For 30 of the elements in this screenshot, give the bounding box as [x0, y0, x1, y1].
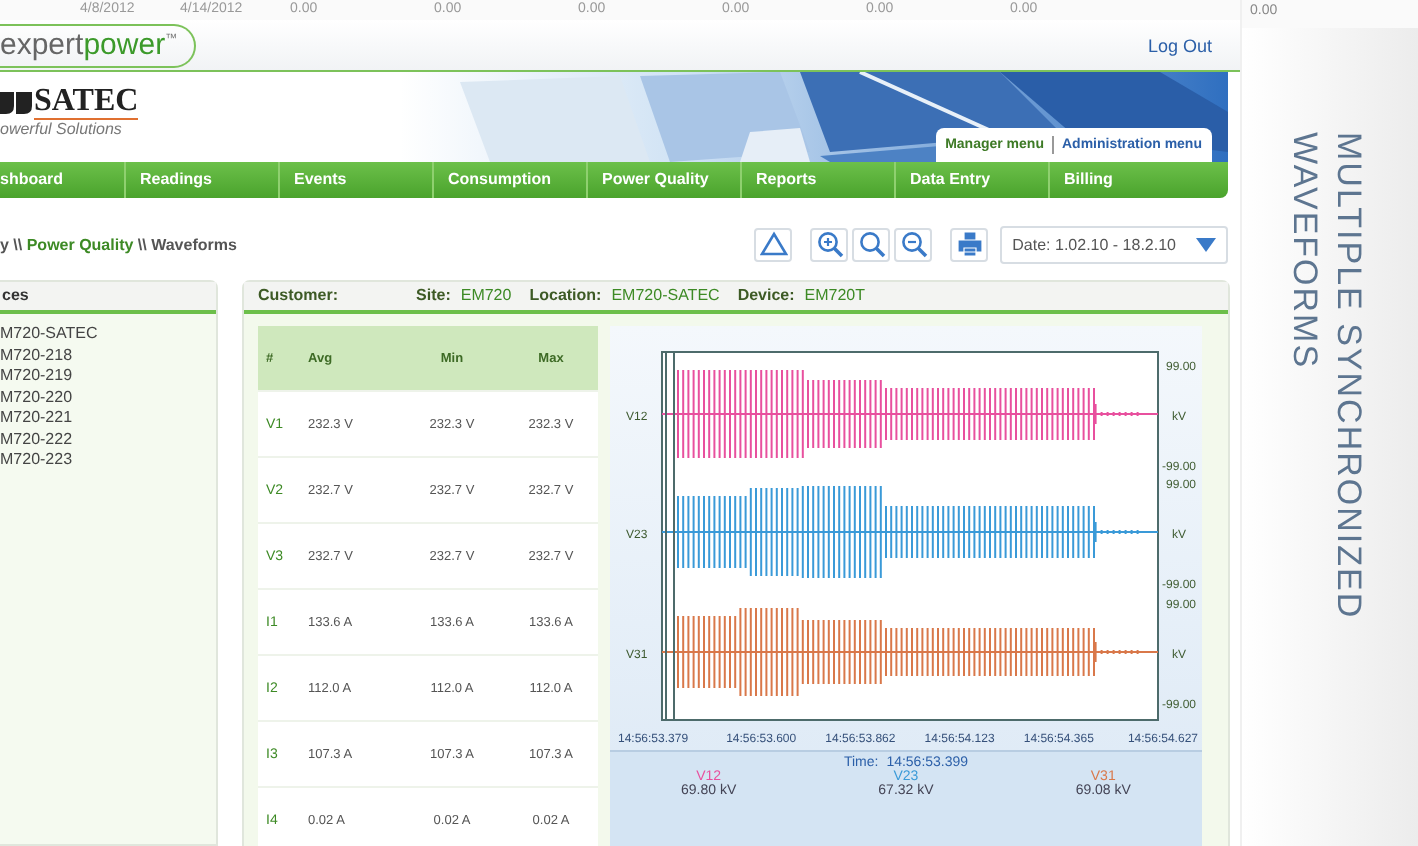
- breadcrumb: y \\ Power Quality \\ Waveforms: [0, 235, 237, 253]
- caret-icon: [1196, 237, 1216, 251]
- print-icon[interactable]: [950, 227, 989, 261]
- info-label: Location:: [529, 284, 602, 308]
- device-item[interactable]: M720-219: [0, 366, 216, 387]
- device-item[interactable]: M720-223: [0, 450, 216, 471]
- logout-link[interactable]: Log Out: [1147, 35, 1212, 55]
- info-label: Customer:: [258, 284, 339, 308]
- caption-text: WAVEFORMS: [1284, 132, 1326, 374]
- info-value: EM720-SATEC: [611, 284, 720, 308]
- zoom-in-icon[interactable]: [810, 227, 849, 261]
- brand-logo-icon: [0, 92, 32, 114]
- device-item[interactable]: M720-222: [0, 429, 216, 450]
- device-item[interactable]: M720-218: [0, 345, 216, 366]
- info-value: EM720: [460, 284, 512, 308]
- triangle-icon[interactable]: [754, 227, 793, 261]
- logo: expertpower$^{™}$: [0, 23, 196, 67]
- info-label: Site:: [416, 284, 451, 308]
- search-icon[interactable]: [852, 227, 891, 261]
- device-item[interactable]: M720-221: [0, 408, 216, 429]
- panel-title: ces: [0, 282, 216, 314]
- tagline: owerful Solutions: [0, 120, 124, 138]
- device-item[interactable]: M720-SATEC: [0, 324, 216, 345]
- date-dropdown[interactable]: Date: 1.02.10 - 18.2.10: [1000, 225, 1228, 263]
- info-value: EM720T: [804, 284, 866, 308]
- caption-text: MULTIPLE SYNCHRONIZED: [1328, 132, 1370, 620]
- brand-name: SATEC: [34, 86, 139, 120]
- info-label: Device:: [737, 284, 795, 308]
- device-item[interactable]: M720-220: [0, 387, 216, 408]
- zoom-out-icon[interactable]: [894, 227, 933, 261]
